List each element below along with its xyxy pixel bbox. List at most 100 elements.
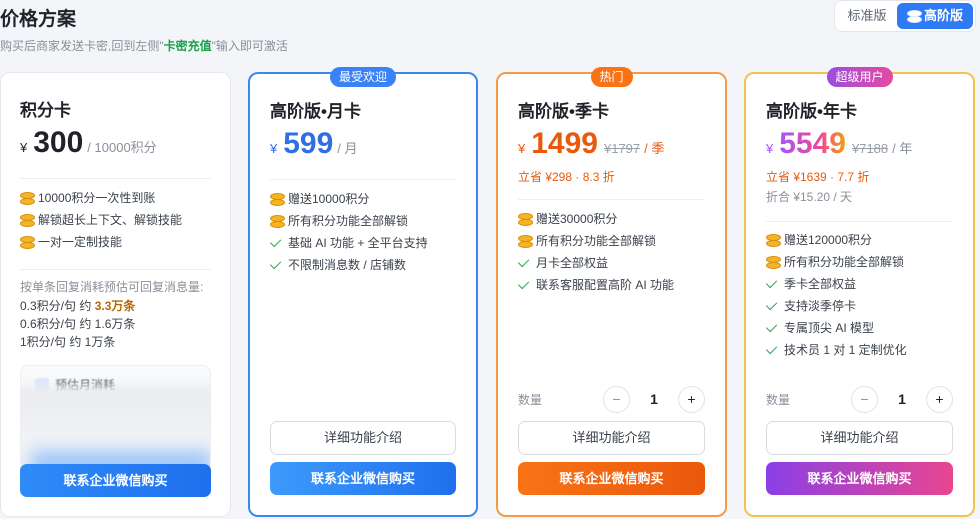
savings-text: 立省 ¥298 · 8.3 折 bbox=[518, 170, 615, 184]
price-unit: / 年 bbox=[892, 141, 913, 156]
price-row: ¥ 1499 ¥1797 / 季 bbox=[518, 127, 664, 161]
plan-name: 积分卡 bbox=[20, 101, 71, 120]
check-icon bbox=[765, 342, 778, 355]
divider bbox=[20, 269, 211, 270]
feature-item: 赠送120000积分 bbox=[766, 229, 953, 251]
buy-button[interactable]: 联系企业微信购买 bbox=[766, 462, 953, 495]
plan-card-yearly: 超级用户 高阶版•年卡 ¥ 5549 ¥7188 / 年 立省 ¥1639 · … bbox=[744, 67, 975, 517]
calc-row-highlight: 3.3万条 bbox=[94, 299, 136, 313]
coin-icon bbox=[518, 235, 533, 248]
feature-text: 一对一定制技能 bbox=[38, 235, 123, 249]
quantity-label: 数量 bbox=[766, 392, 791, 407]
subtitle-text: 购买后商家发送卡密,回到左侧" bbox=[0, 39, 164, 53]
feature-item: 基础 AI 功能 + 全平台支持 bbox=[269, 232, 456, 254]
calc-header: 按单条回复消耗预估可回复消息量: bbox=[20, 280, 204, 294]
buy-button[interactable]: 联系企业微信购买 bbox=[270, 462, 456, 495]
calc-row-text: 0.6积分/句 约 1.6万条 bbox=[20, 317, 136, 331]
feature-text: 赠送10000积分 bbox=[288, 192, 370, 206]
currency-symbol: ¥ bbox=[270, 141, 278, 156]
usage-estimate-text: 按单条回复消耗预估可回复消息量: 0.3积分/句 约 3.3万条 0.6积分/句… bbox=[20, 277, 211, 351]
plan-name: 高阶版•年卡 bbox=[766, 102, 857, 121]
price-unit: / 月 bbox=[337, 141, 358, 156]
quantity-stepper: 数量 − 1 + bbox=[766, 385, 953, 413]
feature-text: 10000积分一次性到账 bbox=[38, 191, 156, 205]
price-amount: 300 bbox=[33, 126, 84, 159]
feature-text: 所有积分功能全部解锁 bbox=[288, 214, 409, 228]
quantity-label: 数量 bbox=[518, 392, 543, 407]
page-subtitle: 购买后商家发送卡密,回到左侧"卡密充值"输入即可激活 bbox=[0, 37, 288, 54]
buy-button[interactable]: 联系企业微信购买 bbox=[20, 464, 211, 497]
coin-icon bbox=[518, 213, 533, 226]
tab-standard[interactable]: 标准版 bbox=[837, 3, 897, 29]
coin-icon bbox=[906, 10, 922, 23]
blurred-content bbox=[21, 386, 210, 456]
quantity-decrement-button[interactable]: − bbox=[603, 385, 630, 413]
feature-text: 月卡全部权益 bbox=[536, 256, 609, 270]
subtitle-text-end: "输入即可激活 bbox=[211, 39, 288, 53]
quantity-increment-button[interactable]: + bbox=[678, 385, 705, 413]
details-button[interactable]: 详细功能介绍 bbox=[518, 421, 705, 455]
check-icon bbox=[765, 276, 778, 289]
coin-icon bbox=[20, 214, 35, 227]
details-button[interactable]: 详细功能介绍 bbox=[270, 421, 456, 455]
plan-card-monthly: 最受欢迎 高阶版•月卡 ¥ 599 / 月 赠送10000积分 所有积分功能全部… bbox=[248, 67, 478, 517]
tab-advanced[interactable]: 高阶版 bbox=[897, 3, 973, 29]
feature-list: 赠送30000积分 所有积分功能全部解锁 月卡全部权益 联系客服配置高阶 AI … bbox=[517, 208, 705, 296]
quantity-decrement-button[interactable]: − bbox=[851, 385, 878, 413]
feature-text: 基础 AI 功能 + 全平台支持 bbox=[288, 236, 428, 250]
price-amount: 1499 bbox=[531, 127, 598, 160]
tab-advanced-label: 高阶版 bbox=[923, 8, 963, 23]
feature-list: 10000积分一次性到账 解锁超长上下文、解锁技能 一对一定制技能 bbox=[20, 187, 211, 253]
coin-icon bbox=[270, 193, 285, 206]
price-row: ¥ 599 / 月 bbox=[270, 127, 358, 161]
quantity-value[interactable]: 1 bbox=[878, 391, 926, 407]
quantity-increment-button[interactable]: + bbox=[926, 385, 953, 413]
quantity-value[interactable]: 1 bbox=[630, 391, 678, 407]
coin-icon bbox=[766, 234, 781, 247]
plan-card-points: 积分卡 ¥ 300 / 10000积分 10000积分一次性到账 解锁超长上下文… bbox=[0, 72, 231, 517]
feature-item: 10000积分一次性到账 bbox=[20, 187, 211, 209]
buy-button[interactable]: 联系企业微信购买 bbox=[518, 462, 705, 495]
check-icon bbox=[269, 257, 282, 270]
monthly-estimate-panel: 预估月消耗 bbox=[20, 365, 211, 475]
price-amount: 5549 bbox=[779, 127, 846, 160]
price-row: ¥ 300 / 10000积分 bbox=[20, 126, 157, 160]
divider bbox=[518, 199, 705, 200]
plan-card-quarterly: 热门 高阶版•季卡 ¥ 1499 ¥1797 / 季 立省 ¥298 · 8.3… bbox=[496, 67, 727, 517]
feature-text: 技术员 1 对 1 定制优化 bbox=[784, 343, 907, 357]
plan-name: 高阶版•季卡 bbox=[518, 102, 609, 121]
feature-text: 支持淡季停卡 bbox=[784, 299, 857, 313]
feature-text: 不限制消息数 / 店铺数 bbox=[288, 258, 407, 272]
feature-item: 技术员 1 对 1 定制优化 bbox=[765, 339, 953, 361]
currency-symbol: ¥ bbox=[518, 141, 526, 156]
details-button[interactable]: 详细功能介绍 bbox=[766, 421, 953, 455]
currency-symbol: ¥ bbox=[766, 141, 774, 156]
feature-text: 所有积分功能全部解锁 bbox=[536, 234, 657, 248]
divider bbox=[20, 178, 211, 179]
coin-icon bbox=[20, 192, 35, 205]
calc-row-text: 1积分/句 约 1万条 bbox=[20, 335, 116, 349]
feature-item: 不限制消息数 / 店铺数 bbox=[269, 254, 456, 276]
feature-list: 赠送120000积分 所有积分功能全部解锁 季卡全部权益 支持淡季停卡 专属顶尖… bbox=[765, 229, 953, 361]
feature-item: 支持淡季停卡 bbox=[765, 295, 953, 317]
feature-item: 所有积分功能全部解锁 bbox=[270, 210, 456, 232]
price-unit: / 季 bbox=[644, 141, 665, 156]
feature-text: 赠送30000积分 bbox=[536, 212, 618, 226]
calc-row: 1积分/句 约 1万条 bbox=[20, 333, 211, 351]
subtitle-highlight: 卡密充值 bbox=[163, 39, 212, 53]
price-unit: / 10000积分 bbox=[87, 140, 157, 155]
feature-item: 月卡全部权益 bbox=[517, 252, 705, 274]
feature-text: 专属顶尖 AI 模型 bbox=[784, 321, 875, 335]
feature-text: 解锁超长上下文、解锁技能 bbox=[38, 213, 183, 227]
plan-tier-switch: 标准版 高阶版 bbox=[834, 0, 976, 32]
quantity-stepper: 数量 − 1 + bbox=[518, 385, 705, 413]
calc-row-text: 0.3积分/句 约 bbox=[20, 299, 95, 313]
feature-text: 赠送120000积分 bbox=[784, 233, 873, 247]
coin-icon bbox=[270, 215, 285, 228]
feature-text: 所有积分功能全部解锁 bbox=[784, 255, 905, 269]
price-amount: 599 bbox=[283, 127, 334, 160]
savings-text: 立省 ¥1639 · 7.7 折 bbox=[766, 170, 870, 184]
divider bbox=[766, 221, 953, 222]
feature-item: 联系客服配置高阶 AI 功能 bbox=[517, 274, 705, 296]
plan-name: 高阶版•月卡 bbox=[270, 102, 361, 121]
